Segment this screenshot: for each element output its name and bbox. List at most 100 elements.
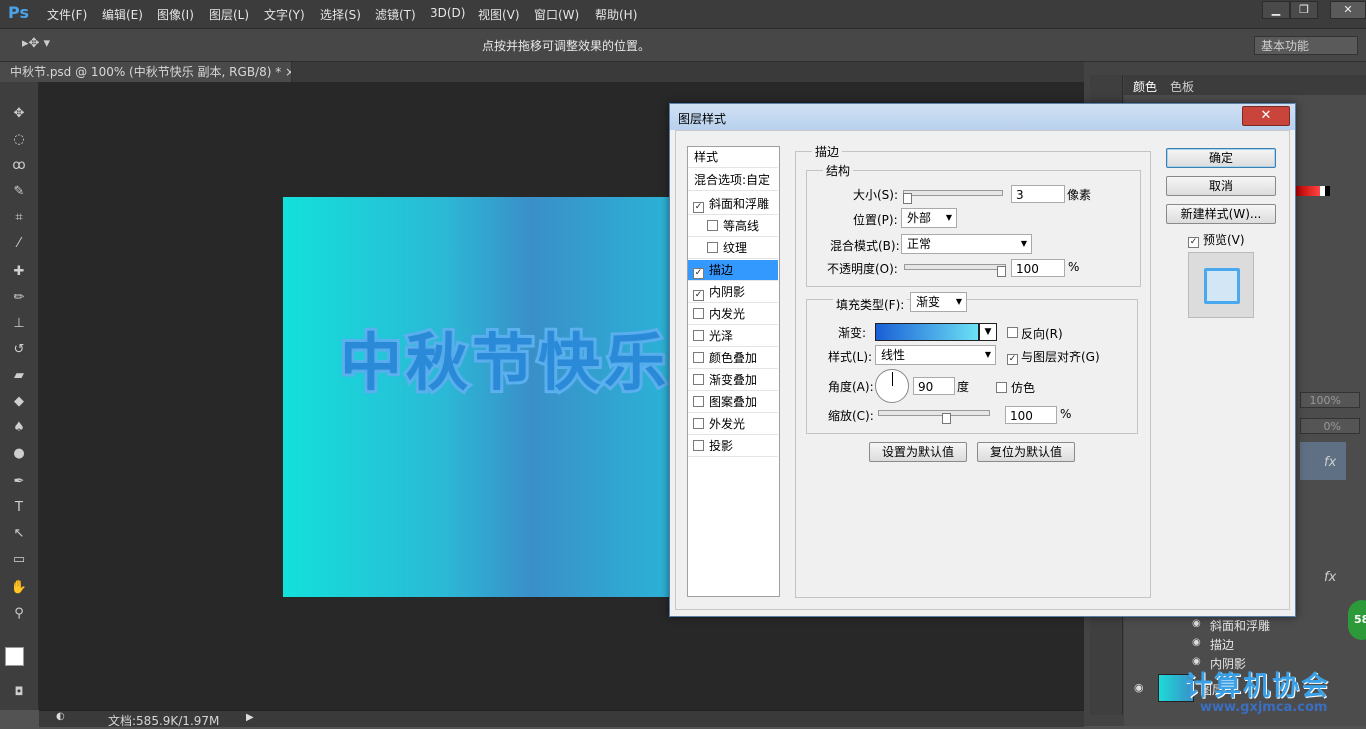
style-item-checkbox[interactable] [693,308,704,319]
pen-tool-icon[interactable]: ✒ [9,472,29,492]
styles-header[interactable]: 样式 [688,147,778,168]
move-tool-icon[interactable]: ✥ [9,104,29,124]
align-checkbox[interactable]: ✓ [1007,349,1018,365]
dialog-close-button[interactable]: ✕ [1242,106,1290,126]
minimize-button[interactable]: ▁ [1262,1,1290,19]
style-item-checkbox[interactable]: ✓ [693,268,704,279]
blend-mode-select[interactable]: 正常 ▼ [901,234,1032,254]
size-slider-thumb[interactable] [903,193,912,204]
style-item[interactable]: 内发光 [688,304,778,325]
blend-options-item[interactable]: 混合选项:自定 [688,170,778,191]
style-item[interactable]: 光泽 [688,326,778,347]
style-item[interactable]: ✓ 内阴影 [688,282,778,303]
style-item[interactable]: 投影 [688,436,778,457]
hand-tool-icon[interactable]: ✋ [9,578,29,598]
document-tab[interactable]: 中秋节.psd @ 100% (中秋节快乐 副本, RGB/8) * × [0,62,292,82]
menu-file[interactable]: 文件(F) [47,6,87,23]
layer-row-selected[interactable] [1300,442,1346,480]
type-tool-icon[interactable]: T [9,498,29,518]
tab-close-icon[interactable]: × [285,65,291,79]
scale-slider-thumb[interactable] [942,413,951,424]
marquee-tool-icon[interactable]: ◌ [9,130,29,150]
style-item-checkbox[interactable] [693,330,704,341]
cancel-button[interactable]: 取消 [1166,176,1276,196]
angle-input[interactable]: 90 [913,377,955,395]
style-item-checkbox[interactable]: ✓ [693,202,704,213]
paint-bucket-tool-icon[interactable]: ◆ [9,392,29,412]
style-item-checkbox[interactable] [693,374,704,385]
menu-layer[interactable]: 图层(L) [209,6,249,23]
gradient-picker[interactable] [875,323,979,341]
menu-filter[interactable]: 滤镜(T) [375,6,416,23]
position-select[interactable]: 外部 ▼ [901,208,957,228]
healing-brush-tool-icon[interactable]: ✚ [9,262,29,282]
style-item-checkbox[interactable] [693,352,704,363]
opacity-input[interactable]: 100 [1011,259,1065,277]
eye-icon[interactable]: ◉ [1192,637,1201,648]
close-window-button[interactable]: ✕ [1330,1,1366,19]
angle-dial[interactable] [875,369,909,403]
opacity-slider-thumb[interactable] [997,266,1006,277]
dodge-tool-icon[interactable]: ● [9,444,29,464]
style-item-checkbox[interactable] [707,242,718,253]
style-item[interactable]: 图案叠加 [688,392,778,413]
fill-type-select[interactable]: 渐变 ▼ [910,292,967,312]
foreground-color-swatch[interactable] [5,647,24,666]
menu-window[interactable]: 窗口(W) [534,6,579,23]
layer-visibility-eye-icon[interactable]: ◉ [1134,681,1144,694]
style-item-checkbox[interactable]: ✓ [693,290,704,301]
brush-tool-icon[interactable]: ✏ [9,288,29,308]
shape-tool-icon[interactable]: ▭ [9,550,29,570]
restore-button[interactable]: ❐ [1290,1,1318,19]
menu-select[interactable]: 选择(S) [320,6,361,23]
style-item[interactable]: 渐变叠加 [688,370,778,391]
style-item[interactable]: 外发光 [688,414,778,435]
scale-slider[interactable] [878,410,990,416]
size-input[interactable]: 3 [1011,185,1065,203]
dialog-title-bar[interactable]: 图层样式 ✕ [670,104,1295,130]
style-select[interactable]: 线性 ▼ [875,345,996,365]
set-default-button[interactable]: 设置为默认值 [869,442,967,462]
eye-icon[interactable]: ◉ [1192,618,1201,629]
layer-opacity-field[interactable]: 100% [1300,392,1360,408]
blur-tool-icon[interactable]: ♠ [9,418,29,438]
layer-fx-icon[interactable]: fx [1324,455,1336,470]
tab-swatches[interactable]: 色板 [1170,78,1194,95]
lasso-tool-icon[interactable]: ꝏ [9,156,29,176]
dither-checkbox[interactable] [996,381,1007,395]
quick-mask-icon[interactable]: ◘ [9,682,29,702]
menu-image[interactable]: 图像(I) [157,6,194,23]
style-item[interactable]: ✓ 斜面和浮雕 [688,194,778,215]
scale-input[interactable]: 100 [1005,406,1057,424]
workspace-select[interactable]: 基本功能 [1254,36,1358,55]
zoom-tool-icon[interactable]: ⚲ [9,604,29,624]
style-item-checkbox[interactable] [693,396,704,407]
style-item[interactable]: 颜色叠加 [688,348,778,369]
floating-badge[interactable]: 58 [1348,600,1366,640]
menu-3d[interactable]: 3D(D) [430,6,465,20]
style-item[interactable]: 等高线 [688,216,778,237]
move-tool-preset-icon[interactable]: ▸✥ ▾ [22,36,50,51]
menu-edit[interactable]: 编辑(E) [102,6,143,23]
status-arrow-icon[interactable]: ▶ [246,712,254,723]
ok-button[interactable]: 确定 [1166,148,1276,168]
quick-select-tool-icon[interactable]: ✎ [9,182,29,202]
menu-view[interactable]: 视图(V) [478,6,520,23]
layer-fx-icon-2[interactable]: fx [1324,570,1336,585]
path-select-tool-icon[interactable]: ↖ [9,524,29,544]
color-ramp[interactable] [1296,186,1330,196]
menu-help[interactable]: 帮助(H) [595,6,637,23]
eyedropper-tool-icon[interactable]: ⁄ [9,234,29,254]
style-item[interactable]: ✓ 描边 [688,260,778,281]
tab-color[interactable]: 颜色 [1133,78,1157,95]
status-icon[interactable]: ◐ [56,711,65,722]
style-item[interactable]: 纹理 [688,238,778,259]
preview-checkbox[interactable]: ✓ [1188,232,1199,248]
new-style-button[interactable]: 新建样式(W)... [1166,204,1276,224]
opacity-slider[interactable] [904,264,1006,270]
style-item-checkbox[interactable] [707,220,718,231]
menu-type[interactable]: 文字(Y) [264,6,305,23]
style-item-checkbox[interactable] [693,440,704,451]
eraser-tool-icon[interactable]: ▰ [9,366,29,386]
reset-default-button[interactable]: 复位为默认值 [977,442,1075,462]
